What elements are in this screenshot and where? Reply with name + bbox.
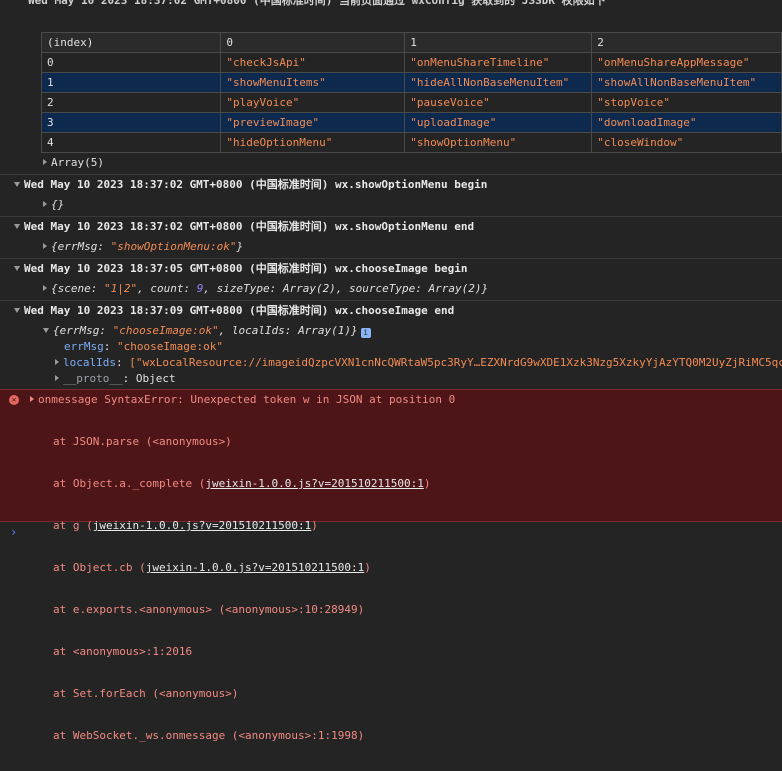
expand-triangle-icon[interactable] bbox=[43, 243, 47, 249]
expand-triangle-icon[interactable] bbox=[30, 396, 34, 402]
table-cell-index: 4 bbox=[40, 132, 222, 153]
collapse-triangle-icon[interactable] bbox=[43, 328, 49, 333]
error-icon: ✕ bbox=[9, 395, 19, 405]
stack-frame: at Object.a._complete (jweixin-1.0.0.js?… bbox=[53, 477, 431, 490]
log-entry: Wed May 10 2023 18:37:02 GMT+0800 (中国标准时… bbox=[0, 174, 782, 195]
table-cell: "playVoice" bbox=[220, 92, 406, 113]
collapse-triangle-icon[interactable] bbox=[14, 182, 20, 187]
cut-off-log-header: Wed May 10 2023 18:37:02 GMT+0800 (中国标准时… bbox=[28, 0, 606, 7]
expand-triangle-icon[interactable] bbox=[43, 285, 47, 291]
column-header[interactable]: (index) bbox=[40, 32, 222, 53]
error-entry: ✕ onmessage SyntaxError: Unexpected toke… bbox=[0, 389, 782, 742]
table-cell: "downloadImage" bbox=[591, 112, 782, 133]
expand-triangle-icon[interactable] bbox=[55, 359, 59, 365]
column-header[interactable]: 1 bbox=[404, 32, 593, 53]
stack-frame: at WebSocket._ws.onmessage (<anonymous>:… bbox=[53, 729, 365, 742]
stack-frame: at g (jweixin-1.0.0.js?v=201510211500:1) bbox=[53, 519, 318, 532]
log-object[interactable]: {} bbox=[43, 198, 782, 212]
table-row: 4 "hideOptionMenu" "showOptionMenu" "clo… bbox=[40, 132, 782, 153]
table-cell-index: 1 bbox=[40, 72, 222, 93]
table-cell: "onMenuShareAppMessage" bbox=[591, 52, 782, 73]
table-cell: "showMenuItems" bbox=[220, 72, 406, 93]
error-message[interactable]: onmessage SyntaxError: Unexpected token … bbox=[30, 393, 455, 407]
log-entry: Wed May 10 2023 18:37:09 GMT+0800 (中国标准时… bbox=[0, 300, 782, 321]
collapse-triangle-icon[interactable] bbox=[14, 224, 20, 229]
table-row: 1 "showMenuItems" "hideAllNonBaseMenuIte… bbox=[40, 72, 782, 93]
log-header[interactable]: Wed May 10 2023 18:37:05 GMT+0800 (中国标准时… bbox=[14, 262, 468, 276]
stack-frame: at JSON.parse (<anonymous>) bbox=[53, 435, 232, 448]
column-header[interactable]: 0 bbox=[220, 32, 406, 53]
table-cell: "previewImage" bbox=[220, 112, 406, 133]
table-cell: "pauseVoice" bbox=[404, 92, 593, 113]
table-cell: "hideAllNonBaseMenuItem" bbox=[404, 72, 593, 93]
stack-frame: at e.exports.<anonymous> (<anonymous>:10… bbox=[53, 603, 365, 616]
table-cell: "closeWindow" bbox=[591, 132, 782, 153]
table-cell: "hideOptionMenu" bbox=[220, 132, 406, 153]
log-header[interactable]: Wed May 10 2023 18:37:02 GMT+0800 (中国标准时… bbox=[14, 178, 487, 192]
table-cell: "showOptionMenu" bbox=[404, 132, 593, 153]
expand-triangle-icon[interactable] bbox=[43, 201, 47, 207]
object-property[interactable]: localIds: ["wxLocalResource://imageidQzp… bbox=[55, 356, 782, 370]
table-cell-index: 2 bbox=[40, 92, 222, 113]
object-property: errMsg: "chooseImage:ok" bbox=[64, 340, 223, 353]
table-cell: "uploadImage" bbox=[404, 112, 593, 133]
log-object[interactable]: {errMsg: "showOptionMenu:ok"} bbox=[43, 240, 782, 254]
expand-triangle-icon[interactable] bbox=[55, 375, 59, 381]
collapse-triangle-icon[interactable] bbox=[14, 266, 20, 271]
table-cell-index: 3 bbox=[40, 112, 222, 133]
log-header[interactable]: Wed May 10 2023 18:37:02 GMT+0800 (中国标准时… bbox=[14, 220, 474, 234]
stack-frame: at Object.cb (jweixin-1.0.0.js?v=2015102… bbox=[53, 561, 371, 574]
stack-frame: at <anonymous>:1:2016 bbox=[53, 645, 193, 658]
log-object[interactable]: {scene: "1|2", count: 9, sizeType: Array… bbox=[43, 282, 782, 296]
stack-frame: at Set.forEach (<anonymous>) bbox=[53, 687, 239, 700]
object-property[interactable]: __proto__: Object bbox=[55, 372, 782, 386]
table-cell: "stopVoice" bbox=[591, 92, 782, 113]
table-cell: "checkJsApi" bbox=[220, 52, 406, 73]
array-summary[interactable]: Array(5) bbox=[43, 156, 782, 170]
table-cell-index: 0 bbox=[40, 52, 222, 73]
info-icon[interactable]: i bbox=[360, 328, 371, 338]
table-cell: "onMenuShareTimeline" bbox=[404, 52, 593, 73]
console-prompt[interactable]: › bbox=[10, 525, 17, 539]
column-header[interactable]: 2 bbox=[591, 32, 782, 53]
table-row: 3 "previewImage" "uploadImage" "download… bbox=[40, 112, 782, 133]
log-entry: Wed May 10 2023 18:37:02 GMT+0800 (中国标准时… bbox=[0, 216, 782, 237]
collapse-triangle-icon[interactable] bbox=[14, 308, 20, 313]
source-link[interactable]: jweixin-1.0.0.js?v=201510211500:1 bbox=[93, 519, 312, 532]
log-object-expanded[interactable]: {errMsg: "chooseImage:ok", localIds: Arr… bbox=[43, 324, 782, 338]
stack-trace: at JSON.parse (<anonymous>) at Object.a.… bbox=[53, 407, 431, 771]
prompt-chevron-icon: › bbox=[10, 525, 18, 539]
expand-triangle-icon[interactable] bbox=[43, 159, 47, 165]
table-row: 2 "playVoice" "pauseVoice" "stopVoice" bbox=[40, 92, 782, 113]
table-row: 0 "checkJsApi" "onMenuShareTimeline" "on… bbox=[40, 52, 782, 73]
table-cell: "showAllNonBaseMenuItem" bbox=[591, 72, 782, 93]
log-entry: Wed May 10 2023 18:37:05 GMT+0800 (中国标准时… bbox=[0, 258, 782, 279]
table-header-row: (index) 0 1 2 bbox=[40, 32, 782, 53]
log-header[interactable]: Wed May 10 2023 18:37:09 GMT+0800 (中国标准时… bbox=[14, 304, 454, 318]
console-table: (index) 0 1 2 0 "checkJsApi" "onMenuShar… bbox=[40, 32, 782, 153]
source-link[interactable]: jweixin-1.0.0.js?v=201510211500:1 bbox=[146, 561, 365, 574]
source-link[interactable]: jweixin-1.0.0.js?v=201510211500:1 bbox=[205, 477, 424, 490]
